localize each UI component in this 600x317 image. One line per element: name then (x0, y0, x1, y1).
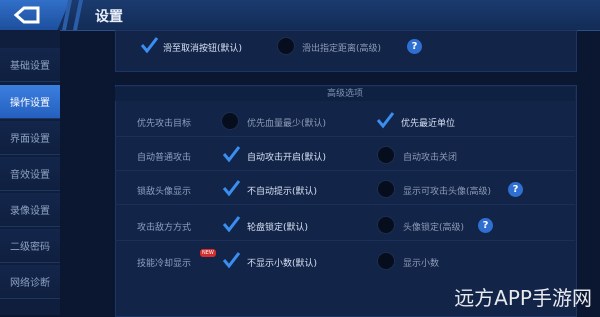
sidebar-item-controls[interactable]: 操作设置 (0, 85, 60, 119)
option-lowest-hp[interactable]: 优先血量最少(默认) (247, 116, 326, 129)
radio-show-portrait[interactable] (377, 180, 395, 198)
help-icon[interactable]: ? (508, 182, 523, 197)
checkmark-icon[interactable] (221, 178, 241, 198)
divider (115, 240, 575, 241)
divider (115, 204, 575, 205)
checkmark-icon[interactable] (221, 250, 241, 270)
option-slide-distance[interactable]: 滑出指定距离(高级) (302, 41, 381, 54)
back-button[interactable] (0, 0, 70, 30)
radio-lowest-hp[interactable] (221, 112, 239, 130)
section-title: 高级选项 (115, 87, 575, 101)
header-stripe (73, 0, 83, 30)
sidebar-item-interface[interactable]: 界面设置 (0, 121, 60, 155)
sidebar: 基础设置 操作设置 界面设置 音效设置 录像设置 二级密码 网络诊断 (0, 30, 60, 315)
option-show-portrait[interactable]: 显示可攻击头像(高级) (403, 184, 491, 197)
option-show-decimal[interactable]: 显示小数 (403, 256, 439, 269)
title-bar: 设置 (0, 0, 600, 31)
back-arrow-icon (13, 6, 40, 24)
divider (115, 136, 575, 137)
option-portrait-lock[interactable]: 头像锁定(高级) (403, 220, 464, 233)
radio-slide-distance[interactable] (277, 37, 295, 55)
option-nearest-unit[interactable]: 优先最近单位 (401, 116, 455, 129)
sidebar-item-replay[interactable]: 录像设置 (0, 193, 60, 227)
row-label: 攻击敌方方式 (137, 223, 192, 233)
option-slide-cancel[interactable]: 滑至取消按钮(默认) (163, 41, 242, 54)
radio-show-decimal[interactable] (377, 252, 395, 270)
radio-auto-attack-off[interactable] (377, 146, 395, 164)
sidebar-item-network[interactable]: 网络诊断 (0, 265, 60, 299)
sidebar-item-basic[interactable]: 基础设置 (0, 48, 60, 82)
checkmark-icon[interactable] (221, 214, 241, 234)
sidebar-item-password[interactable]: 二级密码 (0, 229, 60, 263)
checkmark-icon[interactable] (375, 110, 395, 130)
option-no-auto-hint[interactable]: 不自动提示(默认) (247, 184, 317, 197)
option-wheel-lock[interactable]: 轮盘锁定(默认) (247, 220, 308, 233)
row-label: 锁敌头像显示 (137, 187, 192, 197)
sidebar-item-sound[interactable]: 音效设置 (0, 157, 60, 191)
divider (115, 170, 575, 171)
settings-panel: 滑至取消按钮(默认) 滑出指定距离(高级) ? 高级选项 优先攻击目标 优先血量… (115, 30, 600, 317)
row-label: 优先攻击目标 (137, 119, 192, 129)
help-icon[interactable]: ? (478, 218, 493, 233)
page-title: 设置 (95, 9, 123, 25)
option-no-decimal[interactable]: 不显示小数(默认) (247, 256, 317, 269)
option-auto-attack-off[interactable]: 自动攻击关闭 (403, 150, 457, 163)
new-badge: NEW (200, 249, 216, 257)
radio-portrait-lock[interactable] (377, 216, 395, 234)
help-icon[interactable]: ? (407, 39, 422, 54)
row-label: 自动普通攻击 (137, 153, 192, 163)
option-auto-attack-on[interactable]: 自动攻击开启(默认) (247, 150, 326, 163)
watermark: 远方APP手游网 (454, 286, 592, 310)
checkmark-icon[interactable] (221, 144, 241, 164)
row-label: 技能冷却显示 (137, 259, 192, 269)
checkmark-icon[interactable] (139, 35, 159, 55)
